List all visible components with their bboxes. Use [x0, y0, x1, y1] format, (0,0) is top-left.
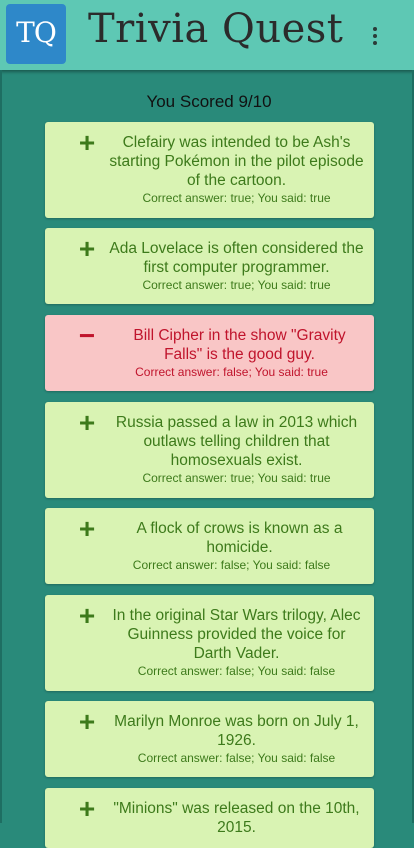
- answer-text: Correct answer: false; You said: true: [135, 365, 328, 379]
- question-text: A flock of crows is known as a homicide.: [136, 520, 343, 556]
- plus-icon: +: [78, 706, 96, 737]
- minus-icon: −: [78, 320, 96, 351]
- plus-icon: +: [78, 127, 96, 158]
- question-text: Russia passed a law in 2013 which outlaw…: [115, 414, 358, 469]
- question-text: Bill Cipher in the show "Gravity Falls" …: [133, 327, 346, 363]
- plus-icon: +: [78, 793, 96, 824]
- plus-icon: +: [78, 233, 96, 264]
- app-bar: TQ Trivia Quest: [0, 0, 414, 70]
- result-card[interactable]: + In the original Star Wars trilogy, Ale…: [45, 595, 374, 691]
- answer-text: Correct answer: true; You said: true: [142, 191, 331, 205]
- question-text: Clefairy was intended to be Ash's starti…: [109, 134, 364, 189]
- more-vert-icon[interactable]: [364, 22, 386, 50]
- app-title: Trivia Quest: [88, 6, 344, 52]
- plus-icon: +: [78, 513, 96, 544]
- question-text: Marilyn Monroe was born on July 1, 1926.: [114, 713, 359, 749]
- plus-icon: +: [78, 407, 96, 438]
- question-text: "Minions" was released on the 10th, 2015…: [113, 800, 360, 836]
- question-text: Ada Lovelace is often considered the fir…: [109, 240, 364, 276]
- result-card[interactable]: + A flock of crows is known as a homicid…: [45, 508, 374, 584]
- result-card[interactable]: + "Minions" was released on the 10th, 20…: [45, 788, 374, 848]
- score-text: You Scored 9/10: [146, 92, 272, 111]
- answer-text: Correct answer: false; You said: false: [132, 558, 331, 572]
- result-card[interactable]: + Clefairy was intended to be Ash's star…: [45, 122, 374, 218]
- plus-icon: +: [78, 600, 96, 631]
- answer-text: Correct answer: true; You said: true: [142, 278, 331, 292]
- answer-text: Correct answer: true; You said: true: [142, 471, 331, 485]
- result-card[interactable]: + Marilyn Monroe was born on July 1, 192…: [45, 701, 374, 777]
- results-screen: You Scored 9/10 + Clefairy was intended …: [0, 70, 414, 848]
- question-text: In the original Star Wars trilogy, Alec …: [112, 607, 361, 662]
- result-card-wrong[interactable]: − Bill Cipher in the show "Gravity Falls…: [45, 315, 374, 391]
- answer-text: Correct answer: false; You said: false: [137, 664, 336, 678]
- answer-text: Correct answer: false; You said: false: [137, 751, 336, 765]
- result-card[interactable]: + Ada Lovelace is often considered the f…: [45, 228, 374, 304]
- app-logo: TQ: [6, 4, 66, 64]
- result-card[interactable]: + Russia passed a law in 2013 which outl…: [45, 402, 374, 498]
